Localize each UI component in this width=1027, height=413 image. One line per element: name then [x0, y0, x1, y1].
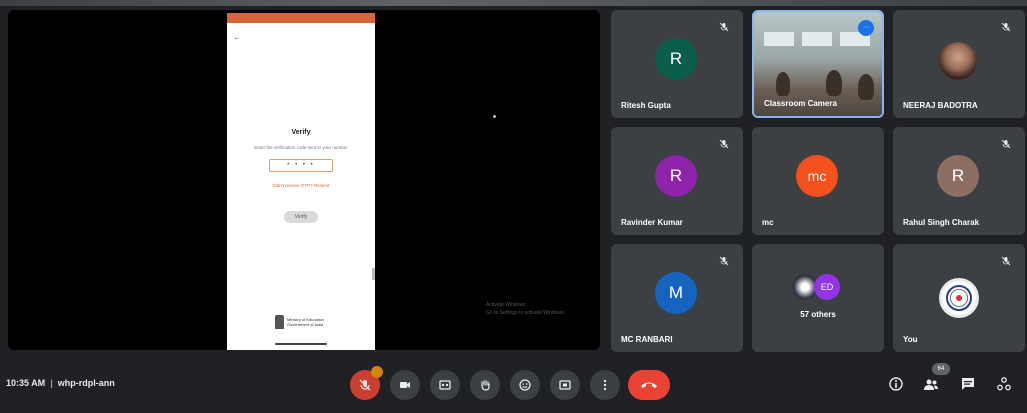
- verify-title: Verify: [291, 129, 311, 136]
- clock-time: 10:35 AM: [6, 378, 46, 388]
- self-tile[interactable]: You: [893, 244, 1025, 352]
- shared-phone-screen: ← Verify Enter the verification code sen…: [227, 13, 375, 350]
- otp-field: • • • •: [269, 159, 333, 172]
- participant-name: Ritesh Gupta: [621, 101, 671, 110]
- separator: |: [50, 378, 53, 388]
- video-window: [802, 32, 832, 46]
- captions-button[interactable]: [430, 370, 460, 400]
- seal-avatar: [939, 278, 979, 318]
- others-count: 57 others: [800, 310, 836, 319]
- back-arrow-icon: ←: [233, 33, 241, 42]
- video-person: [776, 72, 790, 96]
- avatar: R: [937, 155, 979, 197]
- activities-icon: [997, 377, 1011, 391]
- meet-window: ← Verify Enter the verification code sen…: [0, 0, 1027, 413]
- info-icon: [889, 377, 903, 391]
- top-strip: [0, 0, 1027, 6]
- mic-off-icon: [719, 22, 729, 32]
- meeting-info: 10:35 AM | whp-rdpl-ann: [6, 378, 115, 388]
- participant-name: Classroom Camera: [764, 99, 837, 108]
- camera-icon: [400, 382, 410, 388]
- video-person: [858, 74, 874, 100]
- mic-off-icon: [1001, 256, 1011, 266]
- mic-off-icon: [719, 139, 729, 149]
- mic-off-icon: [719, 256, 729, 266]
- avatar: ED: [814, 274, 840, 300]
- emblem-caption: Ministry of Education Government of Indi…: [287, 317, 325, 327]
- camera-toggle-button[interactable]: [390, 370, 420, 400]
- captions-icon: [439, 380, 451, 390]
- others-avatars: ED: [792, 274, 844, 300]
- avatar: mc: [796, 155, 838, 197]
- activities-button[interactable]: [994, 374, 1014, 394]
- home-indicator: [275, 343, 327, 345]
- more-options-button[interactable]: [590, 370, 620, 400]
- participant-name: NEERAJ BADOTRA: [903, 101, 978, 110]
- participant-tile[interactable]: M MC RANBARI: [611, 244, 743, 352]
- avatar: R: [655, 155, 697, 197]
- bottom-toolbar: 10:35 AM | whp-rdpl-ann 64: [0, 360, 1027, 413]
- participant-tile[interactable]: R Rahul Singh Charak: [893, 127, 1025, 235]
- windows-watermark: Activate Windows Go to Settings to activ…: [486, 301, 565, 317]
- phone-app-bar: [227, 13, 375, 23]
- meeting-details-button[interactable]: [886, 374, 906, 394]
- participant-tile[interactable]: R Ritesh Gupta: [611, 10, 743, 118]
- end-call-button[interactable]: [628, 370, 670, 400]
- participant-tile[interactable]: NEERAJ BADOTRA: [893, 10, 1025, 118]
- mic-off-icon: [359, 379, 371, 391]
- more-options-icon: [603, 379, 607, 391]
- emblem-icon: [275, 315, 284, 329]
- watermark-line1: Activate Windows: [486, 302, 526, 308]
- avatar: R: [655, 38, 697, 80]
- emoji-button[interactable]: [510, 370, 540, 400]
- raise-hand-button[interactable]: [470, 370, 500, 400]
- participant-tile[interactable]: R Ravinder Kumar: [611, 127, 743, 235]
- participant-name: Ravinder Kumar: [621, 218, 683, 227]
- emoji-icon: [519, 379, 531, 391]
- chat-icon: [962, 378, 974, 390]
- profile-photo: [939, 42, 977, 80]
- present-button[interactable]: [550, 370, 580, 400]
- people-count-badge: 64: [932, 363, 950, 375]
- participant-name: You: [903, 335, 918, 344]
- mic-off-icon: [1001, 22, 1011, 32]
- seal-icon: [946, 285, 972, 311]
- end-call-icon: [641, 382, 657, 388]
- video-window: [764, 32, 794, 46]
- meeting-code: whp-rdpl-ann: [57, 378, 115, 388]
- people-button[interactable]: [921, 374, 941, 394]
- verify-button: Verify: [284, 211, 318, 223]
- participant-tile[interactable]: mc mc: [752, 127, 884, 235]
- participant-name: Rahul Singh Charak: [903, 218, 980, 227]
- raise-hand-icon: [481, 380, 490, 391]
- resend-link: Didn't receive OTP? Resend: [272, 183, 330, 188]
- others-tile[interactable]: ED 57 others: [752, 244, 884, 352]
- mic-off-icon: [1001, 139, 1011, 149]
- cursor-dot: [493, 115, 496, 118]
- people-icon: [924, 379, 938, 390]
- watermark-line2: Go to Settings to activate Windows.: [486, 310, 565, 316]
- chat-button[interactable]: [958, 374, 978, 394]
- avatar: M: [655, 272, 697, 314]
- presentation-area[interactable]: ← Verify Enter the verification code sen…: [8, 10, 600, 350]
- mic-toggle-button[interactable]: [350, 366, 383, 400]
- video-person: [826, 70, 842, 96]
- present-icon: [559, 380, 571, 390]
- participant-name: mc: [762, 218, 774, 227]
- notification-dot: [371, 366, 383, 378]
- emblem-row: Ministry of Education Government of Indi…: [275, 315, 327, 329]
- participant-tile-video[interactable]: ⋯ Classroom Camera: [752, 10, 884, 118]
- speaking-badge: ⋯: [858, 20, 874, 36]
- scroll-mark: [372, 268, 375, 280]
- participant-name: MC RANBARI: [621, 335, 673, 344]
- verify-subtitle: Enter the verification code sent to your…: [254, 145, 348, 150]
